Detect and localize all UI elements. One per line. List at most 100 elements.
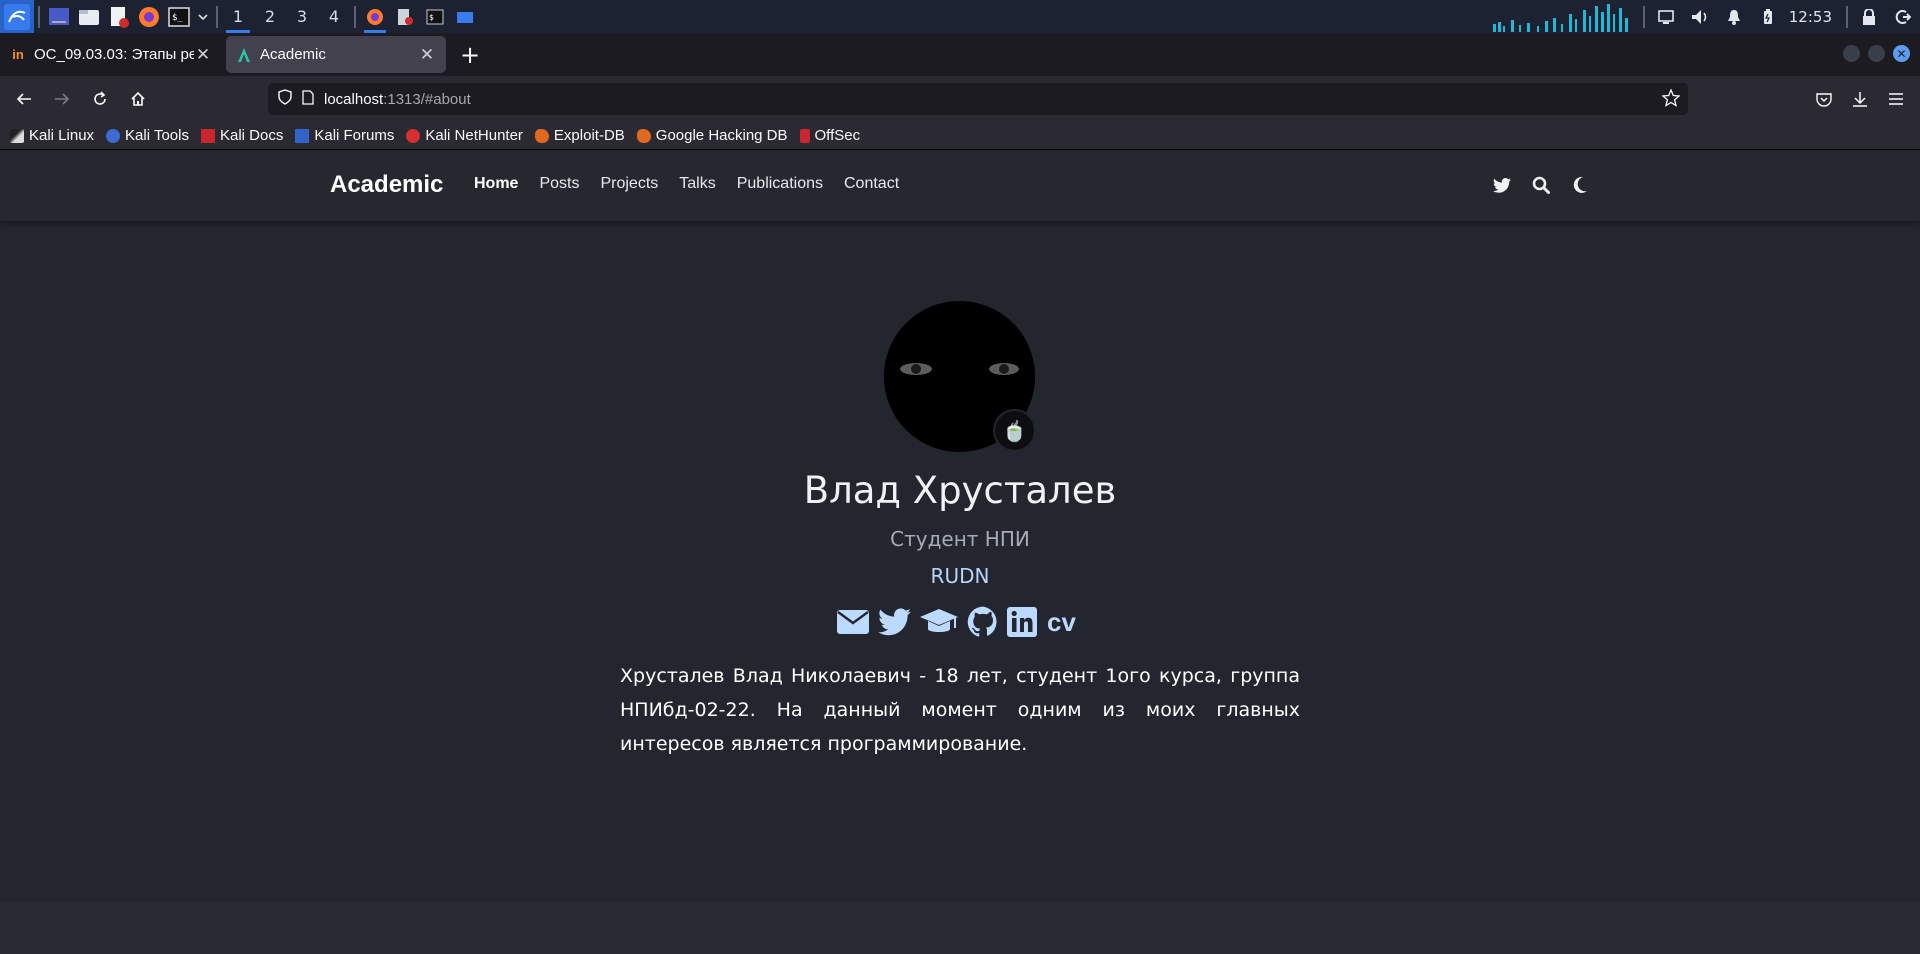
logout-icon[interactable] (1886, 0, 1920, 33)
menu-contact[interactable]: Contact (844, 175, 899, 193)
menu-projects[interactable]: Projects (600, 175, 658, 193)
exploit-db-icon (534, 128, 549, 143)
tab-title: ОС_09.03.03: Этапы реа (34, 46, 194, 63)
bookmarks-bar: Kali Linux Kali Tools Kali Docs Kali For… (0, 122, 1920, 150)
workspace-1[interactable]: 1 (222, 0, 254, 33)
shield-icon[interactable] (278, 89, 292, 109)
profile-name: Влад Хрусталев (803, 469, 1117, 512)
kali-forums-icon (295, 128, 310, 143)
hamburger-menu-icon[interactable] (1880, 83, 1912, 115)
search-icon[interactable] (1531, 175, 1551, 195)
page-footer-band (0, 902, 1920, 954)
site-menu: Home Posts Projects Talks Publications C… (474, 175, 920, 193)
bookmark-kali-linux[interactable]: Kali Linux (10, 127, 94, 144)
workspace-4[interactable]: 4 (318, 0, 350, 33)
bookmark-label: Exploit-DB (553, 127, 625, 144)
twitter-icon[interactable] (878, 608, 911, 636)
pocket-icon[interactable] (1808, 83, 1840, 115)
battery-icon[interactable] (1751, 0, 1785, 33)
svg-text:$_: $_ (172, 13, 183, 23)
menu-publications[interactable]: Publications (737, 175, 823, 193)
bookmark-label: Kali Forums (314, 127, 395, 144)
moon-icon[interactable] (1570, 175, 1590, 195)
bookmark-kali-docs[interactable]: Kali Docs (200, 127, 283, 144)
bookmark-offsec[interactable]: OffSec (799, 127, 861, 144)
kali-menu-icon[interactable] (0, 0, 34, 33)
bookmark-exploit-db[interactable]: Exploit-DB (534, 127, 625, 144)
file-manager-icon[interactable] (74, 0, 104, 33)
url-bar[interactable]: localhost:1313/#about (268, 83, 1688, 115)
terminal-window-icon[interactable]: $ (420, 0, 450, 33)
browser-toolbar: localhost:1313/#about (0, 76, 1920, 122)
tab-academic[interactable]: Academic ✕ (226, 36, 446, 73)
url-host: localhost (324, 90, 384, 108)
clock[interactable]: 12:53 (1785, 8, 1842, 26)
bookmark-star-icon[interactable] (1661, 88, 1681, 111)
reload-icon[interactable] (84, 83, 116, 115)
downloads-icon[interactable] (1844, 83, 1876, 115)
lock-icon[interactable] (1852, 0, 1886, 33)
menu-posts[interactable]: Posts (539, 175, 579, 193)
taskbar-separator (1846, 5, 1848, 28)
show-desktop-icon[interactable] (44, 0, 74, 33)
os-taskbar: $_ 1 2 3 4 $ 12:53 (0, 0, 1920, 33)
bookmark-label: OffSec (814, 127, 861, 144)
page-info-icon[interactable] (302, 89, 314, 109)
site-brand[interactable]: Academic (330, 171, 443, 199)
close-icon[interactable]: ✕ (418, 45, 436, 65)
toolbar-right-buttons (1804, 83, 1920, 115)
new-tab-button[interactable]: + (452, 36, 488, 73)
profile-role: Студент НПИ (890, 527, 1030, 551)
editor-window-icon[interactable] (390, 0, 420, 33)
web-page: Academic Home Posts Projects Talks Publi… (0, 151, 1920, 954)
linkedin-icon[interactable] (1007, 607, 1037, 637)
taskbar-separator (216, 5, 218, 28)
kali-dragon-icon (10, 128, 24, 143)
workspace-3[interactable]: 3 (286, 0, 318, 33)
graduation-cap-icon[interactable] (919, 607, 959, 637)
menu-home[interactable]: Home (474, 175, 518, 193)
firefox-window-icon[interactable] (360, 0, 390, 33)
terminal-icon[interactable]: $_ (164, 0, 194, 33)
offsec-icon (799, 128, 810, 143)
status-emoji-badge: 🍵 (993, 409, 1036, 452)
text-editor-icon[interactable] (104, 0, 134, 33)
taskbar-separator (1642, 5, 1645, 28)
chevron-down-icon[interactable] (194, 0, 212, 33)
network-graph-icon (1492, 3, 1628, 32)
firefox-icon[interactable] (134, 0, 164, 33)
forward-arrow-icon[interactable] (46, 83, 78, 115)
window-close-icon[interactable]: ✕ (1893, 45, 1910, 62)
academic-favicon-icon (236, 47, 252, 63)
tab-title: Academic (260, 46, 326, 63)
bookmark-google-hacking-db[interactable]: Google Hacking DB (636, 127, 788, 144)
back-arrow-icon[interactable] (8, 83, 40, 115)
bookmark-kali-nethunter[interactable]: Kali NetHunter (406, 127, 523, 144)
profile-organization[interactable]: RUDN (0, 564, 1920, 588)
ghdb-icon (636, 128, 651, 143)
bookmark-kali-tools[interactable]: Kali Tools (106, 127, 189, 144)
workspace-2[interactable]: 2 (254, 0, 286, 33)
envelope-icon[interactable] (836, 609, 870, 635)
cv-link[interactable]: cv (1047, 607, 1076, 638)
tab-os-course[interactable]: in ОС_09.03.03: Этапы реа ✕ (0, 36, 222, 73)
folder-window-icon[interactable] (450, 0, 480, 33)
site-navbar: Academic Home Posts Projects Talks Publi… (0, 151, 1920, 221)
display-icon[interactable] (1649, 0, 1683, 33)
moodle-favicon-icon: in (12, 47, 24, 62)
bookmark-kali-forums[interactable]: Kali Forums (295, 127, 394, 144)
github-icon[interactable] (967, 606, 999, 638)
menu-talks[interactable]: Talks (679, 175, 715, 193)
svg-text:$: $ (429, 13, 434, 22)
home-icon[interactable] (122, 83, 154, 115)
minimize-icon[interactable] (1843, 45, 1860, 62)
kali-docs-icon (200, 128, 215, 143)
maximize-icon[interactable] (1868, 45, 1885, 62)
taskbar-separator (38, 5, 40, 28)
window-controls: ✕ (1843, 45, 1910, 62)
volume-icon[interactable] (1683, 0, 1717, 33)
close-icon[interactable]: ✕ (194, 45, 212, 65)
bell-icon[interactable] (1717, 0, 1751, 33)
twitter-icon[interactable] (1492, 175, 1512, 195)
social-links: cv (836, 606, 1076, 638)
